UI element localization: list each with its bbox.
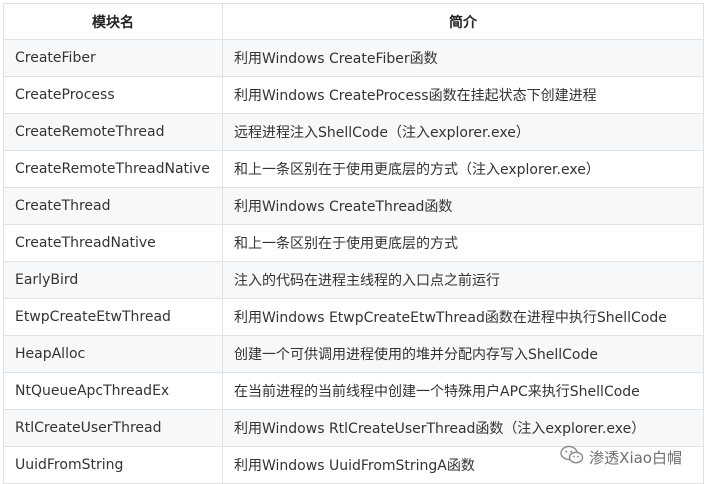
description-cell: 和上一条区别在于使用更底层的方式 <box>222 224 704 262</box>
description-cell: 和上一条区别在于使用更底层的方式（注入explorer.exe） <box>222 150 704 188</box>
module-name-cell: CreateFiber <box>3 39 223 77</box>
module-name-cell: EarlyBird <box>3 261 223 299</box>
table-row: CreateRemoteThread 远程进程注入ShellCode（注入exp… <box>3 113 704 151</box>
module-name-cell: CreateRemoteThreadNative <box>3 150 223 188</box>
module-name-cell: CreateProcess <box>3 76 223 114</box>
header-description: 简介 <box>222 3 704 40</box>
module-name-cell: NtQueueApcThreadEx <box>3 372 223 410</box>
module-table: 模块名 简介 CreateFiber 利用Windows CreateFiber… <box>3 3 704 484</box>
description-cell: 利用Windows CreateFiber函数 <box>222 39 704 77</box>
table-row: CreateThreadNative 和上一条区别在于使用更底层的方式 <box>3 224 704 262</box>
description-cell: 注入的代码在进程主线程的入口点之前运行 <box>222 261 704 299</box>
table-row: HeapAlloc 创建一个可供调用进程使用的堆并分配内存写入ShellCode <box>3 335 704 373</box>
wechat-icon <box>560 445 584 469</box>
table-row: NtQueueApcThreadEx 在当前进程的当前线程中创建一个特殊用户AP… <box>3 372 704 410</box>
description-cell: 利用Windows CreateProcess函数在挂起状态下创建进程 <box>222 76 704 114</box>
watermark-text: 渗透Xiao白帽 <box>589 448 682 467</box>
module-name-cell: UuidFromString <box>3 446 223 484</box>
watermark: 渗透Xiao白帽 <box>560 445 682 469</box>
table-row: EtwpCreateEtwThread 利用Windows EtwpCreate… <box>3 298 704 336</box>
table-row: CreateRemoteThreadNative 和上一条区别在于使用更底层的方… <box>3 150 704 188</box>
description-cell: 利用Windows EtwpCreateEtwThread函数在进程中执行She… <box>222 298 704 336</box>
table-row: CreateThread 利用Windows CreateThread函数 <box>3 187 704 225</box>
description-cell: 在当前进程的当前线程中创建一个特殊用户APC来执行ShellCode <box>222 372 704 410</box>
table-row: EarlyBird 注入的代码在进程主线程的入口点之前运行 <box>3 261 704 299</box>
table-row: RtlCreateUserThread 利用Windows RtlCreateU… <box>3 409 704 447</box>
table-row: CreateFiber 利用Windows CreateFiber函数 <box>3 39 704 77</box>
description-cell: 利用Windows CreateThread函数 <box>222 187 704 225</box>
table-header-row: 模块名 简介 <box>3 3 704 40</box>
description-cell: 远程进程注入ShellCode（注入explorer.exe） <box>222 113 704 151</box>
module-name-cell: RtlCreateUserThread <box>3 409 223 447</box>
header-module-name: 模块名 <box>3 3 223 40</box>
description-cell: 利用Windows RtlCreateUserThread函数（注入explor… <box>222 409 704 447</box>
module-name-cell: CreateThreadNative <box>3 224 223 262</box>
module-name-cell: CreateThread <box>3 187 223 225</box>
description-cell: 创建一个可供调用进程使用的堆并分配内存写入ShellCode <box>222 335 704 373</box>
module-name-cell: HeapAlloc <box>3 335 223 373</box>
module-name-cell: EtwpCreateEtwThread <box>3 298 223 336</box>
module-name-cell: CreateRemoteThread <box>3 113 223 151</box>
table-row: CreateProcess 利用Windows CreateProcess函数在… <box>3 76 704 114</box>
